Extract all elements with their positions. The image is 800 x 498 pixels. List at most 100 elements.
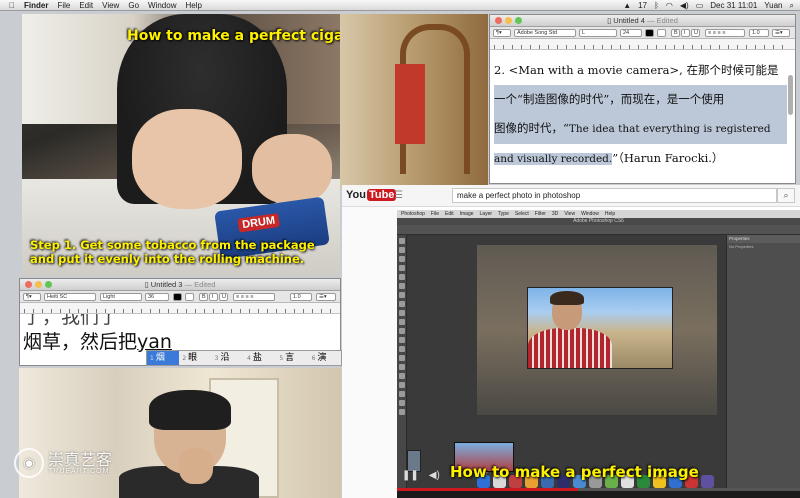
cigarette-video-title: How to make a perfect cigarette	[127, 28, 340, 44]
menu-finder[interactable]: Finder	[24, 1, 48, 10]
ime-candidate[interactable]: 3沿	[212, 351, 244, 365]
highlight-color-button[interactable]	[185, 293, 194, 301]
font-family-select[interactable]: Heiti SC	[44, 293, 96, 301]
window-title: ▯ Untitled 4 — Edited	[607, 16, 678, 25]
text-color-button[interactable]	[173, 293, 182, 301]
text-line: 2. <Man with a movie camera>, 在那个时候可能是	[494, 63, 779, 77]
font-family-select[interactable]: Adobe Song Std	[514, 29, 576, 37]
italic-button[interactable]: I	[209, 293, 218, 301]
photoshop-title: Adobe Photoshop CS6	[397, 218, 800, 225]
scrollbar[interactable]	[788, 75, 793, 115]
battery-icon[interactable]: ▭	[696, 1, 704, 10]
ime-candidate-bar: 1烟 2眼 3沿 4盐 5言 6演	[146, 350, 342, 366]
watermark: ◉ 崇真艺客 TRUEART.COM	[14, 448, 112, 478]
ime-candidate[interactable]: 2眼	[179, 351, 211, 365]
menubar:  Finder File Edit View Go Window Help ▲…	[0, 0, 800, 11]
person-hair	[149, 390, 231, 430]
ime-candidate[interactable]: 5言	[276, 351, 308, 365]
video-hand	[132, 109, 242, 209]
text-color-button[interactable]	[645, 29, 654, 37]
underline-button[interactable]: U	[691, 29, 700, 37]
format-toolbar: ¶▾ Adobe Song Std L 24 B I U ≡ ≡ ≡ ≡ 1.0…	[490, 27, 795, 39]
photoshop-properties-panel: Properties No Properties	[726, 235, 800, 495]
italic-button[interactable]: I	[681, 29, 690, 37]
photoshop-photo	[527, 287, 673, 369]
menu-go[interactable]: Go	[128, 1, 139, 10]
guide-menu-icon[interactable]: ☰	[394, 190, 403, 201]
bold-button[interactable]: B	[199, 293, 208, 301]
underline-button[interactable]: U	[219, 293, 228, 301]
wifi-icon[interactable]: ◠	[666, 1, 673, 10]
photo-shirt	[528, 328, 612, 368]
bold-button[interactable]: B	[671, 29, 680, 37]
paragraph-styles-button[interactable]: ¶▾	[493, 29, 511, 37]
menu-edit[interactable]: Edit	[79, 1, 93, 10]
list-button[interactable]: ☰▾	[772, 29, 790, 37]
photo-hair	[550, 291, 584, 305]
menu-file[interactable]: File	[57, 1, 70, 10]
cigarette-video[interactable]: DRUM How to make a perfect cigarette Ste…	[22, 14, 340, 276]
video-controls	[397, 491, 800, 498]
volume-icon[interactable]: ◀)	[680, 1, 689, 10]
youtube-video-caption: How to make a perfect image	[450, 463, 699, 481]
youtube-video-player[interactable]: Photoshop File Edit Image Layer Type Select Fil…	[397, 210, 800, 498]
webcam-video	[19, 368, 341, 498]
paragraph-styles-button[interactable]: ¶▾	[23, 293, 41, 301]
volume-icon[interactable]: ◀)	[429, 470, 440, 481]
package-label: DRUM	[237, 213, 280, 233]
window-titlebar[interactable]: ▯ Untitled 4 — Edited	[490, 15, 795, 27]
app-icon[interactable]	[701, 475, 714, 488]
status-badge[interactable]: 17	[638, 1, 647, 10]
search-input[interactable]: make a perfect photo in photoshop	[452, 188, 777, 203]
photoshop-menubar: Photoshop File Edit Image Layer Type Select Fil…	[397, 210, 800, 218]
pause-icon[interactable]: ❚❚	[402, 470, 419, 481]
ime-candidate[interactable]: 4盐	[244, 351, 276, 365]
menu-window[interactable]: Window	[148, 1, 176, 10]
line-spacing-select[interactable]: 1.0	[290, 293, 312, 301]
cigarette-video-step: Step 1. Get some tobacco from the packag…	[30, 238, 315, 266]
page-margin	[342, 207, 397, 498]
font-style-select[interactable]: Light	[100, 293, 142, 301]
red-object	[395, 64, 425, 144]
spotlight-icon[interactable]: ⌕	[790, 1, 794, 11]
text-line: 图像的时代，“The idea that everything is regis…	[494, 114, 787, 144]
window-title: ▯ Untitled 3 — Edited	[144, 280, 216, 289]
menu-view[interactable]: View	[102, 1, 119, 10]
watermark-logo: ◉	[14, 448, 44, 478]
ruler[interactable]	[20, 303, 340, 314]
video-hand	[252, 134, 332, 204]
user-name[interactable]: Yuan	[764, 1, 782, 10]
font-size-select[interactable]: 24	[620, 29, 642, 37]
line-spacing-select[interactable]: 1.0	[749, 29, 769, 37]
text-line: and visually recorded.”（Harun Farocki.）	[494, 151, 724, 165]
list-button[interactable]: ☰▾	[316, 293, 336, 301]
font-style-select[interactable]: L	[579, 29, 617, 37]
thumbnail	[407, 450, 421, 472]
textedit-window-untitled-4[interactable]: ▯ Untitled 4 — Edited ¶▾ Adobe Song Std …	[489, 14, 796, 184]
document-text[interactable]: 2. <Man with a movie camera>, 在那个时候可能是 一…	[490, 50, 795, 174]
text-line: 一个“制造图像的时代”，而现在，是一个使用	[494, 85, 787, 114]
youtube-logo[interactable]: You Tube	[346, 189, 397, 201]
document-icon: ▯	[607, 16, 612, 25]
app-status-icon[interactable]: ▲	[623, 1, 631, 10]
background-room	[340, 14, 488, 189]
format-toolbar: ¶▾ Heiti SC Light 36 B I U ≡ ≡ ≡ ≡ 1.0 ☰…	[20, 291, 340, 303]
youtube-header: You Tube ☰ make a perfect photo in photos…	[342, 185, 800, 207]
photoshop-toolbox	[397, 235, 407, 495]
highlight-color-button[interactable]	[657, 29, 666, 37]
search-icon[interactable]: ⌕	[777, 188, 795, 203]
apple-icon[interactable]: 	[9, 1, 15, 10]
ruler[interactable]	[490, 39, 795, 50]
font-size-select[interactable]: 36	[145, 293, 169, 301]
clock[interactable]: Dec 31 11:01	[710, 1, 757, 10]
ime-candidate[interactable]: 1烟	[147, 351, 180, 365]
bluetooth-icon[interactable]: ᛒ	[654, 1, 659, 10]
photoshop-options-bar	[397, 225, 800, 235]
youtube-window[interactable]: You Tube ☰ make a perfect photo in photos…	[342, 185, 800, 498]
ime-candidate[interactable]: 6演	[309, 351, 341, 365]
alignment-buttons[interactable]: ≡ ≡ ≡ ≡	[233, 293, 275, 301]
window-titlebar[interactable]: ▯ Untitled 3 — Edited	[20, 279, 340, 291]
menu-help[interactable]: Help	[185, 1, 201, 10]
player-left-controls: ❚❚ ◀)	[402, 470, 440, 481]
alignment-buttons[interactable]: ≡ ≡ ≡ ≡	[705, 29, 745, 37]
